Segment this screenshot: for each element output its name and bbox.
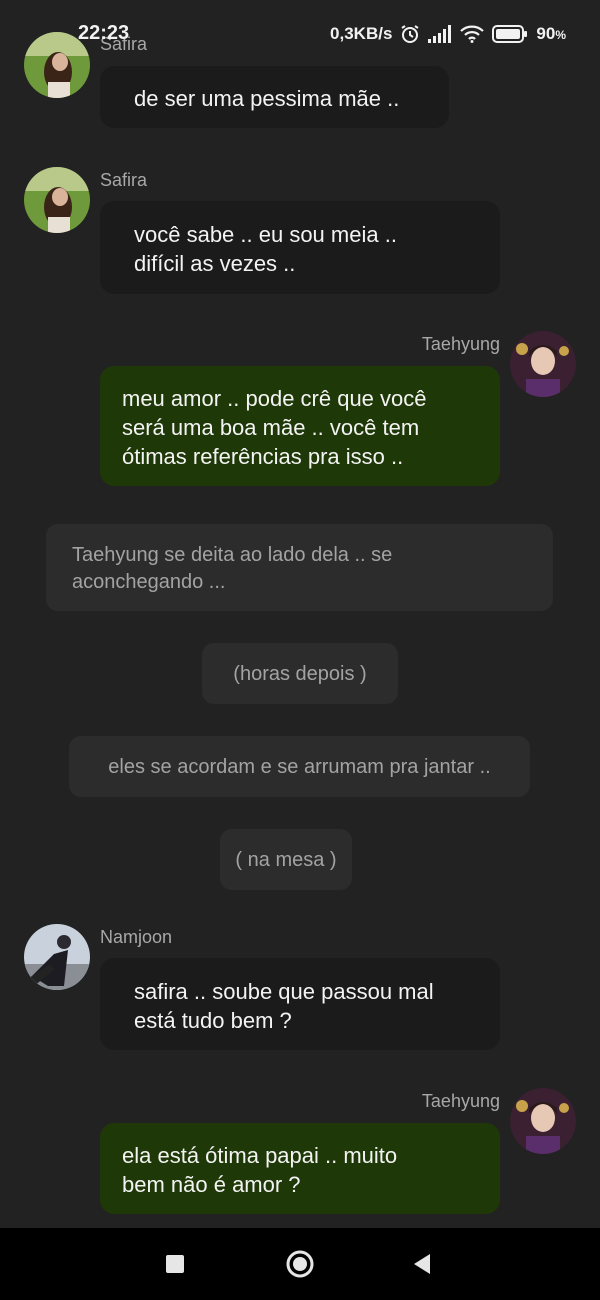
message-bubble: meu amor .. pode crê que você será uma b…	[100, 366, 500, 486]
navigation-bar	[0, 1228, 600, 1300]
narration-box: (horas depois )	[202, 643, 398, 704]
avatar-safira[interactable]	[24, 167, 90, 233]
message-bubble: de ser uma pessima mãe ..	[100, 66, 449, 128]
battery-icon	[492, 25, 528, 43]
status-bar: 22:23 0,3KB/s 90%	[0, 0, 600, 70]
narration-box: eles se acordam e se arrumam pra jantar …	[69, 736, 530, 797]
avatar-taehyung[interactable]	[510, 1088, 576, 1154]
message-bubble: safira .. soube que passou mal está tudo…	[100, 958, 500, 1050]
back-icon[interactable]	[392, 1228, 452, 1300]
home-icon[interactable]	[270, 1228, 330, 1300]
network-speed: 0,3KB/s	[330, 24, 393, 43]
status-indicators: 0,3KB/s 90%	[330, 22, 566, 46]
signal-icon	[428, 25, 452, 43]
avatar-taehyung[interactable]	[510, 331, 576, 397]
status-time: 22:23	[78, 22, 130, 44]
message-bubble: você sabe .. eu sou meia .. difícil as v…	[100, 201, 500, 294]
sender-name: Taehyung	[421, 334, 500, 354]
sender-name: Namjoon	[100, 927, 173, 947]
avatar-namjoon[interactable]	[24, 924, 90, 990]
narration-box: ( na mesa )	[220, 829, 352, 890]
sender-name: Taehyung	[421, 1091, 500, 1111]
recent-apps-icon[interactable]	[145, 1228, 205, 1300]
battery-level: 90%	[536, 24, 566, 43]
message-bubble: ela está ótima papai .. muito bem não é …	[100, 1123, 500, 1214]
sender-name: Safira	[100, 170, 148, 190]
wifi-icon	[460, 25, 485, 43]
narration-box: Taehyung se deita ao lado dela .. se aco…	[46, 524, 553, 611]
alarm-icon	[400, 24, 420, 44]
